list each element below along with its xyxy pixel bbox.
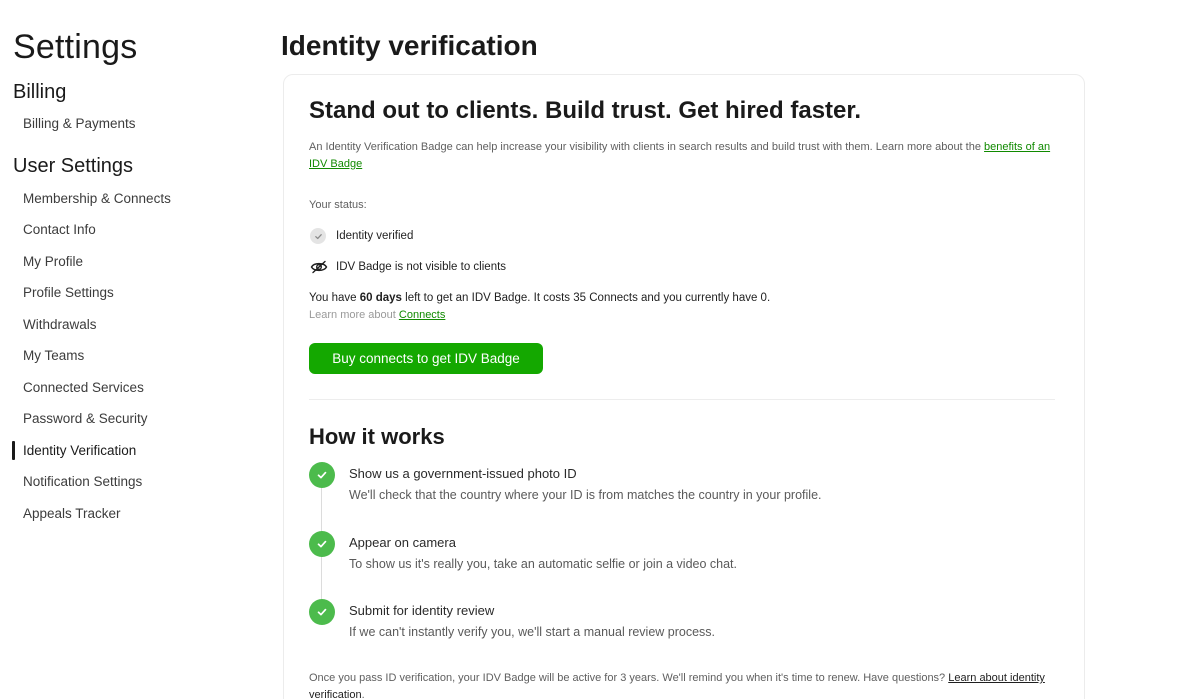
- status-badge-visibility-label: IDV Badge is not visible to clients: [336, 261, 507, 273]
- sidebar-item-profile-settings[interactable]: Profile Settings: [23, 285, 114, 300]
- days-remaining: 60 days: [359, 292, 402, 304]
- sidebar-item-identity-verification[interactable]: Identity Verification: [23, 443, 136, 458]
- learn-more-connects: Learn more about Connects: [309, 309, 445, 321]
- sidebar-item-my-profile[interactable]: My Profile: [23, 254, 83, 269]
- user-settings-heading: User Settings: [13, 155, 134, 177]
- connects-link[interactable]: Connects: [399, 309, 445, 321]
- sidebar-item-appeals-tracker[interactable]: Appeals Tracker: [23, 506, 121, 521]
- step-title: Appear on camera: [349, 535, 456, 550]
- learn-more-prefix: Learn more about: [309, 309, 399, 321]
- sidebar-title: Settings: [13, 28, 138, 66]
- buy-connects-button[interactable]: Buy connects to get IDV Badge: [309, 343, 543, 374]
- status-label: Your status:: [309, 199, 367, 211]
- step-title: Show us a government-issued photo ID: [349, 466, 577, 481]
- billing-heading: Billing: [13, 81, 67, 103]
- check-icon: [310, 228, 326, 244]
- footer-end: .: [361, 689, 365, 699]
- card-headline: Stand out to clients. Build trust. Get h…: [309, 97, 862, 124]
- step-description: To show us it's really you, take an auto…: [349, 557, 738, 571]
- sidebar-item-connected-services[interactable]: Connected Services: [23, 380, 144, 395]
- intro-paragraph: An Identity Verification Badge can help …: [309, 139, 1069, 173]
- step-check-icon: [309, 531, 335, 557]
- status-identity-verified-label: Identity verified: [336, 230, 414, 242]
- days-prefix: You have: [309, 292, 360, 304]
- connects-requirement-text: You have 60 days left to get an IDV Badg…: [309, 292, 770, 304]
- settings-page: Settings Billing Billing & Payments User…: [0, 0, 1200, 699]
- status-badge-visibility: IDV Badge is not visible to clients: [310, 259, 506, 275]
- step-check-icon: [309, 599, 335, 625]
- days-suffix: left to get an IDV Badge. It costs 35 Co…: [401, 292, 771, 304]
- sidebar-item-notification-settings[interactable]: Notification Settings: [23, 474, 142, 489]
- step-description: We'll check that the country where your …: [349, 488, 822, 502]
- step-check-icon: [309, 462, 335, 488]
- settings-sidebar: Settings Billing Billing & Payments User…: [0, 0, 260, 699]
- step-title: Submit for identity review: [349, 603, 495, 618]
- footer-note: Once you pass ID verification, your IDV …: [309, 670, 1059, 699]
- intro-text: An Identity Verification Badge can help …: [309, 141, 985, 153]
- step-description: If we can't instantly verify you, we'll …: [349, 625, 716, 639]
- eye-slash-icon: [310, 259, 328, 275]
- sidebar-item-password-security[interactable]: Password & Security: [23, 411, 148, 426]
- sidebar-item-withdrawals[interactable]: Withdrawals: [23, 317, 97, 332]
- section-divider: [309, 399, 1055, 400]
- footer-text: Once you pass ID verification, your IDV …: [309, 672, 949, 684]
- how-it-works-title: How it works: [309, 424, 445, 449]
- sidebar-item-membership-connects[interactable]: Membership & Connects: [23, 191, 171, 206]
- active-item-indicator: [12, 441, 15, 460]
- sidebar-item-my-teams[interactable]: My Teams: [23, 348, 84, 363]
- page-title: Identity verification: [281, 30, 538, 61]
- status-identity-verified: Identity verified: [310, 228, 413, 244]
- sidebar-item-contact-info[interactable]: Contact Info: [23, 222, 96, 237]
- sidebar-item-billing-payments[interactable]: Billing & Payments: [23, 116, 136, 131]
